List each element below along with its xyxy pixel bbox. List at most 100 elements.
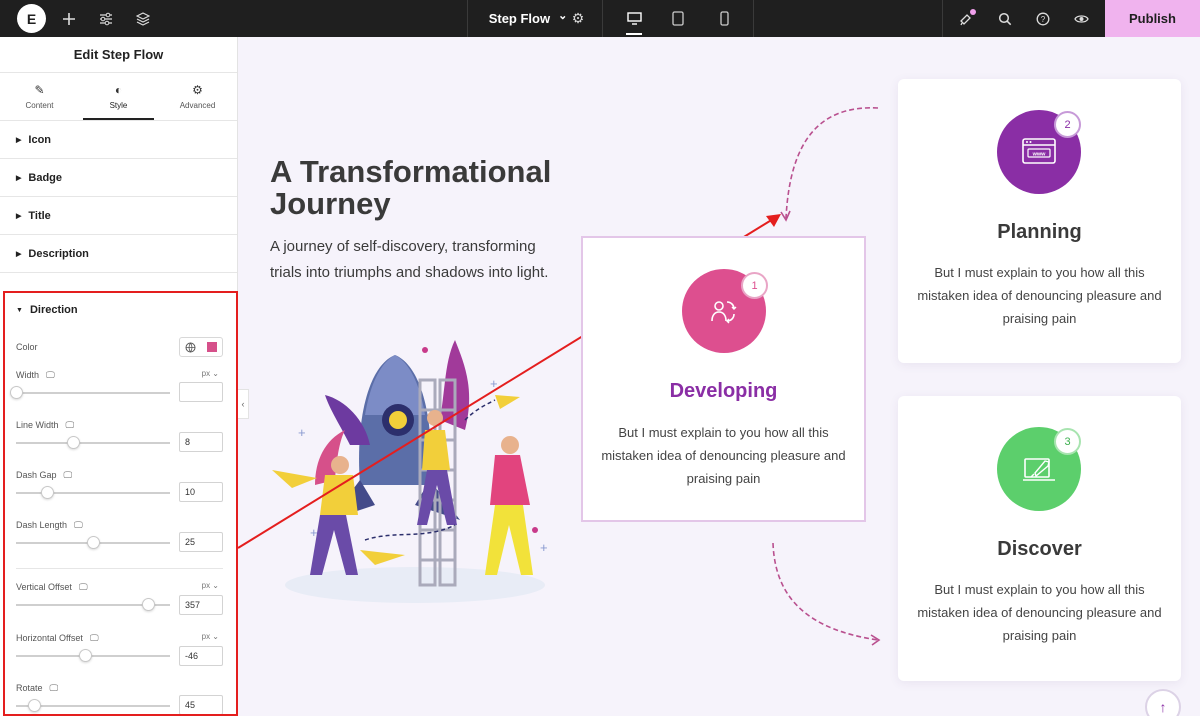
- unit-select[interactable]: px ⌄: [202, 369, 219, 378]
- monitor-icon: 🖵: [78, 581, 88, 592]
- slider-handle[interactable]: [40, 486, 54, 499]
- svg-text:www: www: [1032, 152, 1047, 158]
- top-toolbar: E Step Flow ⌄ ⚙ ? Publish: [0, 0, 1200, 37]
- svg-text:+: +: [490, 376, 498, 391]
- globe-icon[interactable]: [185, 342, 196, 353]
- tablet-icon[interactable]: [664, 0, 692, 37]
- pencil-icon: ✎: [34, 83, 45, 97]
- document-title: Step Flow: [488, 11, 551, 26]
- gear-icon[interactable]: ⚙: [566, 0, 590, 37]
- elementor-logo-icon[interactable]: E: [17, 4, 46, 33]
- line-width-input[interactable]: 8: [179, 432, 223, 452]
- caret-right-icon: ▶: [16, 136, 22, 144]
- unit-select[interactable]: px ⌄: [202, 581, 219, 590]
- slider-handle[interactable]: [87, 536, 100, 549]
- collapse-panel-button[interactable]: ‹: [238, 389, 249, 419]
- control-label: Horizontal Offset: [16, 633, 83, 643]
- help-icon[interactable]: ?: [1032, 0, 1054, 37]
- tab-style[interactable]: ◐ Style: [79, 73, 158, 120]
- section-icon[interactable]: ▶ Icon: [0, 121, 237, 159]
- width-control: Width 🖵 px ⌄: [10, 369, 223, 409]
- width-input[interactable]: [179, 382, 223, 402]
- page-title: A Transformational Journey: [270, 154, 552, 221]
- collaboration-icon: [711, 301, 737, 324]
- slider-handle[interactable]: [142, 598, 156, 611]
- svg-text:+: +: [298, 425, 306, 440]
- horizontal-offset-slider[interactable]: [16, 649, 170, 662]
- notifications-icon[interactable]: [955, 0, 977, 37]
- sliders-icon[interactable]: [95, 0, 117, 37]
- monitor-icon: 🖵: [49, 682, 59, 693]
- publish-button[interactable]: Publish: [1105, 0, 1200, 37]
- control-label: Color: [16, 342, 38, 352]
- caret-right-icon: ▶: [16, 212, 22, 220]
- dash-length-slider[interactable]: [16, 536, 170, 549]
- rocket-launch-icon: [1023, 458, 1055, 481]
- plus-icon[interactable]: [58, 0, 80, 37]
- tab-label: Style: [109, 101, 128, 110]
- control-label: Width: [16, 370, 40, 380]
- slider-handle[interactable]: [66, 436, 80, 449]
- divider: [602, 0, 603, 37]
- notification-dot: [970, 9, 976, 15]
- monitor-icon: 🖵: [74, 519, 83, 530]
- tab-content[interactable]: ✎ Content: [0, 73, 79, 120]
- control-label: Rotate: [16, 683, 43, 693]
- page-description: A journey of self-discovery, transformin…: [270, 238, 549, 281]
- layers-icon[interactable]: [132, 0, 154, 37]
- section-badge[interactable]: ▶ Badge: [0, 159, 237, 197]
- section-label: Icon: [28, 133, 52, 146]
- control-label: Dash Length: [16, 520, 68, 530]
- section-title[interactable]: ▶ Title: [0, 197, 237, 235]
- search-icon[interactable]: [994, 0, 1016, 37]
- slider-handle[interactable]: [28, 699, 42, 712]
- rotate-input[interactable]: 45: [179, 695, 223, 714]
- step-description: But I must explain to you how all this m…: [601, 425, 846, 486]
- vertical-offset-control: Vertical Offset 🖵 px ⌄ 357: [16, 581, 223, 621]
- unit-select[interactable]: px ⌄: [202, 632, 219, 641]
- caret-down-icon: ▼: [16, 306, 23, 314]
- panel-tabs: ✎ Content ◐ Style ⚙ Advanced: [0, 73, 237, 121]
- step-card-discover[interactable]: 3 Discover But I must explain to you how…: [898, 396, 1181, 681]
- color-control: Color: [16, 337, 223, 357]
- editor-sidebar: Edit Step Flow ✎ Content ◐ Style ⚙ Advan…: [0, 37, 238, 716]
- svg-text:+: +: [310, 525, 318, 540]
- tab-label: Advanced: [179, 101, 216, 110]
- dash-gap-slider[interactable]: [16, 486, 170, 499]
- dash-length-control: Dash Length 🖵 25: [16, 519, 223, 559]
- step-card-planning[interactable]: www 2 Planning But I must explain to you…: [898, 79, 1181, 363]
- svg-text:+: +: [540, 540, 548, 555]
- step-card-developing[interactable]: 1 Developing But I must explain to you h…: [581, 236, 866, 522]
- svg-text:?: ?: [1041, 15, 1046, 24]
- caret-right-icon: ▶: [16, 250, 22, 258]
- control-label: Vertical Offset: [16, 582, 72, 592]
- dash-gap-input[interactable]: 10: [179, 482, 223, 502]
- step-description: But I must explain to you how all this m…: [917, 265, 1162, 326]
- step-number-badge: 1: [741, 272, 768, 299]
- color-picker[interactable]: [179, 337, 223, 357]
- vertical-offset-input[interactable]: 357: [179, 595, 223, 615]
- dash-gap-control: Dash Gap 🖵 10: [16, 469, 223, 509]
- section-label: Title: [28, 209, 51, 222]
- vertical-offset-slider[interactable]: [16, 598, 170, 611]
- width-slider[interactable]: [10, 386, 170, 399]
- dash-length-input[interactable]: 25: [179, 532, 223, 552]
- line-width-slider[interactable]: [16, 436, 170, 449]
- desktop-icon[interactable]: [618, 0, 650, 37]
- section-direction-header[interactable]: ▼ Direction: [5, 293, 236, 327]
- tab-advanced[interactable]: ⚙ Advanced: [158, 73, 237, 120]
- direction-section: ▼ Direction Color Width 🖵 px ⌄ Line Width 🖵…: [3, 291, 238, 716]
- slider-handle[interactable]: [10, 386, 23, 399]
- step-title: Planning: [997, 221, 1082, 243]
- line-width-control: Line Width 🖵 8: [16, 419, 223, 459]
- horizontal-offset-input[interactable]: -46: [179, 646, 223, 666]
- color-swatch[interactable]: [206, 342, 217, 352]
- mobile-icon[interactable]: [710, 0, 738, 37]
- slider-handle[interactable]: [79, 649, 93, 662]
- scroll-to-top-button[interactable]: ↑: [1145, 689, 1181, 716]
- horizontal-offset-control: Horizontal Offset 🖵 px ⌄ -46: [16, 632, 223, 672]
- section-description[interactable]: ▶ Description: [0, 235, 237, 273]
- monitor-icon: 🖵: [65, 419, 75, 430]
- preview-eye-icon[interactable]: [1070, 0, 1092, 37]
- rotate-slider[interactable]: [16, 699, 170, 712]
